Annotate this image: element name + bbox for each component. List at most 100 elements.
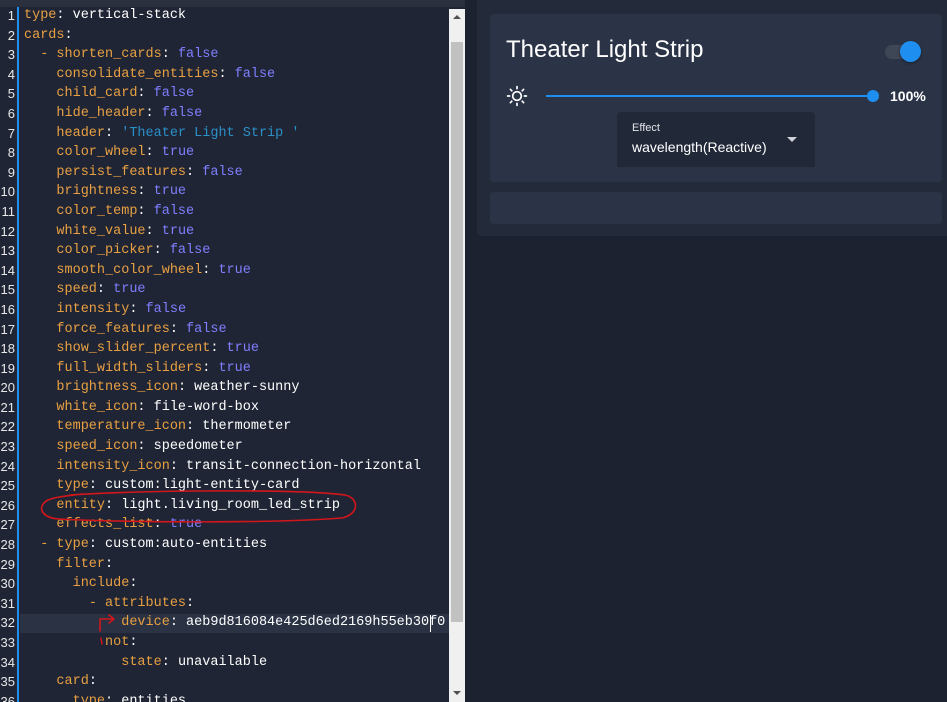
code-line[interactable]: filter: <box>24 555 449 575</box>
card-title: Theater Light Strip <box>506 36 704 63</box>
code-line[interactable]: speed_icon: speedometer <box>24 437 449 457</box>
code-line[interactable]: - shorten_cards: false <box>24 45 449 65</box>
slider-thumb[interactable] <box>867 90 879 102</box>
effect-label: Effect <box>632 122 660 134</box>
yaml-colon: : <box>88 537 97 553</box>
code-line[interactable]: white_icon: file-word-box <box>24 398 449 418</box>
yaml-colon: : <box>137 86 146 102</box>
code-line[interactable]: intensity_icon: transit-connection-horiz… <box>24 457 449 477</box>
code-line[interactable]: speed: true <box>24 280 449 300</box>
yaml-key: not <box>105 635 130 650</box>
code-line[interactable]: brightness: true <box>24 182 449 202</box>
code-line[interactable]: smooth_color_wheel: true <box>24 261 449 281</box>
yaml-boolean: true <box>218 341 259 357</box>
code-line[interactable]: consolidate_entities: false <box>24 65 449 85</box>
code-line[interactable]: type: custom:light-entity-card <box>24 476 449 496</box>
code-area[interactable]: type: vertical-stack cards: - shorten_car… <box>24 6 449 702</box>
code-line[interactable]: force_features: false <box>24 320 449 340</box>
scrollbar-thumb[interactable] <box>451 42 463 622</box>
code-line[interactable]: state: unavailable <box>24 653 449 673</box>
code-line[interactable]: intensity: false <box>24 300 449 320</box>
yaml-value: speedometer <box>145 439 243 455</box>
code-line[interactable]: not: <box>24 633 449 653</box>
code-line[interactable]: header: 'Theater Light Strip ' <box>24 124 449 144</box>
yaml-key: persist_features <box>56 164 187 180</box>
yaml-colon: : <box>96 282 106 298</box>
code-line[interactable]: show_slider_percent: true <box>24 339 449 359</box>
yaml-colon: : <box>88 674 97 690</box>
yaml-key: temperature_icon <box>56 419 187 435</box>
editor-scrollbar[interactable] <box>449 9 465 702</box>
yaml-boolean: false <box>153 105 203 121</box>
yaml-key: cards <box>24 27 65 43</box>
yaml-key: entity <box>56 497 106 513</box>
code-line[interactable]: include: <box>24 574 449 594</box>
yaml-key: color_wheel <box>56 145 146 161</box>
yaml-code-editor[interactable]: 1 2 3 4 5 6 7 8 9 10 11 12 13 14 15 16 17 18 19 20 21 22 23 24 2… <box>0 0 465 702</box>
brightness-slider[interactable] <box>546 84 879 108</box>
yaml-key: filter <box>56 556 106 572</box>
menu-down-icon[interactable] <box>787 137 797 142</box>
code-line[interactable]: white_value: true <box>24 222 449 242</box>
code-line[interactable]: child_card: false <box>24 84 449 104</box>
code-line[interactable]: persist_features: false <box>24 163 449 183</box>
code-line[interactable]: full_width_sliders: true <box>24 359 449 379</box>
yaml-boolean: true <box>153 145 195 161</box>
code-line[interactable]: cards: <box>24 26 449 46</box>
code-line[interactable]: effects_list: true <box>24 515 449 535</box>
yaml-key: speed <box>56 282 97 298</box>
code-line[interactable]: color_picker: false <box>24 241 449 261</box>
line-number: 36 <box>0 693 15 702</box>
yaml-boolean: false <box>194 164 243 180</box>
code-line[interactable]: - attributes: <box>24 594 449 614</box>
yaml-colon: : <box>169 615 178 631</box>
effect-select[interactable]: Effect wavelength(Reactive) <box>617 112 815 167</box>
yaml-key: include <box>72 576 130 592</box>
code-line[interactable]: temperature_icon: thermometer <box>24 417 449 437</box>
code-line[interactable]: hide_header: false <box>24 104 449 124</box>
yaml-colon: : <box>145 105 154 121</box>
code-line[interactable]: brightness_icon: weather-sunny <box>24 378 449 398</box>
scroll-up-button[interactable] <box>449 9 465 26</box>
line-number: 19 <box>0 360 15 376</box>
light-toggle[interactable] <box>883 39 921 64</box>
yaml-key: child_card <box>56 86 138 102</box>
yaml-colon: : <box>186 419 195 435</box>
yaml-key: brightness_icon <box>56 380 178 396</box>
yaml-key: color_temp <box>56 203 138 219</box>
line-number: 24 <box>0 458 15 474</box>
line-number: 3 <box>7 47 15 63</box>
slider-fill <box>546 95 873 97</box>
code-line[interactable]: entity: light.living_room_led_strip <box>24 496 449 516</box>
yaml-value: light.living_room_led_strip <box>113 497 340 513</box>
code-line[interactable]: color_temp: false <box>24 202 449 222</box>
yaml-value: transit-connection-horizontal <box>177 458 421 474</box>
yaml-boolean: false <box>226 66 276 82</box>
code-line[interactable]: device: aeb9d816084e425d6ed2169h55eb30f0 <box>24 613 449 633</box>
yaml-colon: : <box>105 556 114 572</box>
scroll-down-button[interactable] <box>449 685 465 702</box>
yaml-colon: : <box>186 164 195 180</box>
weather-sunny-icon <box>506 85 528 107</box>
line-number: 2 <box>7 27 15 43</box>
yaml-colon: : <box>145 145 154 161</box>
code-line[interactable]: color_wheel: true <box>24 143 449 163</box>
yaml-colon: : <box>105 125 114 141</box>
yaml-key: hide_header <box>56 105 146 121</box>
code-line[interactable]: - type: custom:auto-entities <box>24 535 449 555</box>
code-line[interactable]: card: <box>24 672 449 692</box>
yaml-key: card <box>56 674 89 690</box>
code-line[interactable]: type: entities <box>24 692 449 702</box>
line-number: 11 <box>1 203 16 219</box>
line-number: 33 <box>0 635 15 650</box>
yaml-colon: : <box>145 223 154 239</box>
line-number: 27 <box>0 517 15 533</box>
code-line[interactable]: type: vertical-stack <box>24 6 449 26</box>
